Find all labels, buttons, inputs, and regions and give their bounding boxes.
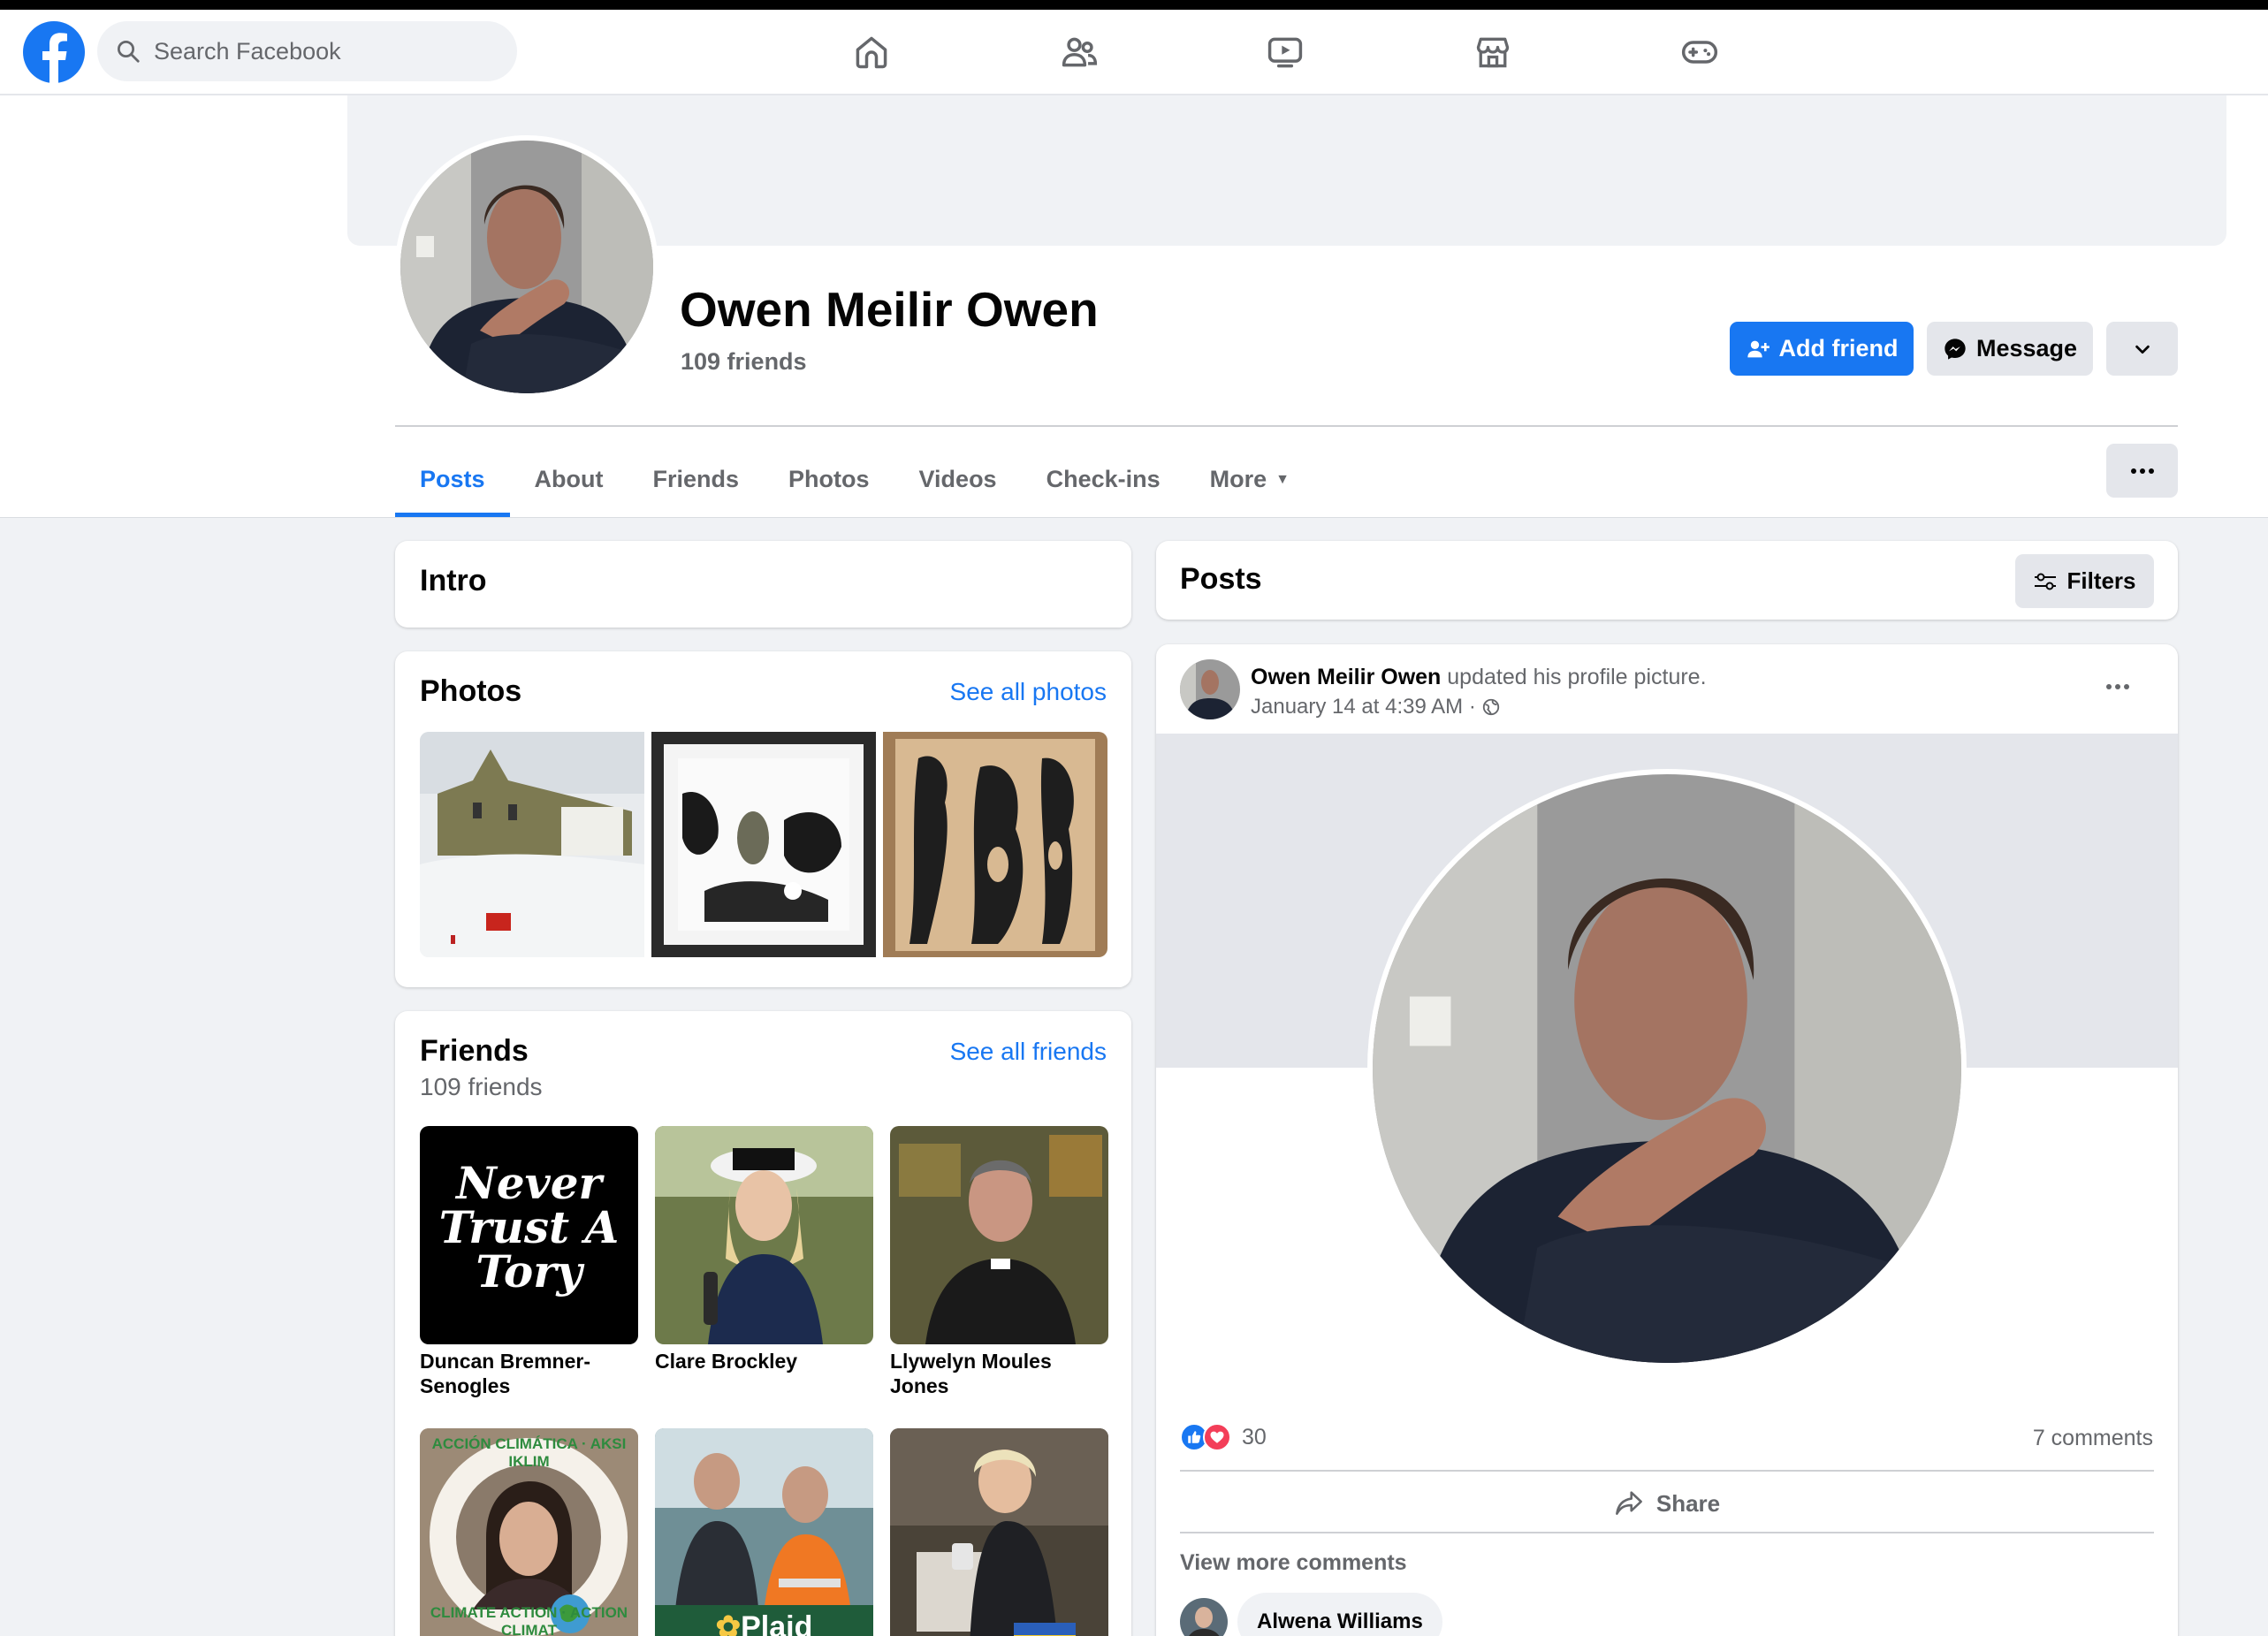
chevron-down-icon [2135,345,2150,354]
love-icon [1203,1423,1231,1451]
tab-videos[interactable]: Videos [894,442,1022,517]
watch-icon[interactable] [1263,30,1307,74]
view-more-comments-link[interactable]: View more comments [1180,1550,1407,1576]
post-divider [1180,1532,2154,1533]
top-navbar [0,10,2268,95]
profile-options-button[interactable] [2106,444,2178,498]
caret-down-icon: ▼ [1275,471,1290,487]
post-profile-picture[interactable] [1367,769,1967,1368]
more-dots-icon [2130,468,2154,474]
search-input[interactable] [154,37,490,65]
messenger-icon [1945,338,1966,360]
message-button[interactable]: Message [1927,322,2093,376]
tab-check-ins[interactable]: Check-ins [1022,442,1185,517]
filters-label: Filters [2066,567,2136,594]
globe-icon [1482,698,1499,716]
friends-card: Friends 109 friends See all friends Neve… [395,1011,1131,1636]
friends-icon[interactable] [1057,30,1101,74]
commenter-name[interactable]: Alwena Williams [1257,1609,1423,1634]
friends-title: Friends [420,1034,529,1068]
search-bar[interactable] [97,21,517,81]
photos-card: Photos See all photos [395,651,1131,987]
filters-button[interactable]: Filters [2015,554,2154,608]
photo-thumbnail[interactable] [651,732,876,957]
friend-photo[interactable] [890,1428,1108,1636]
intro-title: Intro [420,564,487,597]
friend-name[interactable]: Llywelyn Moules Jones [890,1349,1111,1398]
comments-count[interactable]: 7 comments [2033,1426,2153,1451]
friend-photo[interactable]: ✿Plaid [655,1428,873,1636]
post-header-text: Owen Meilir Owen updated his profile pic… [1251,665,1707,690]
photos-title: Photos [420,674,522,708]
tab-friends[interactable]: Friends [628,442,765,517]
post-author-avatar[interactable] [1180,659,1240,719]
friend-photo[interactable] [655,1126,873,1344]
search-icon [118,41,140,63]
see-all-friends-link[interactable]: See all friends [950,1038,1107,1066]
friend-name[interactable]: Duncan Bremner-Senogles [420,1349,641,1398]
header-divider [395,425,2178,427]
post-reactions[interactable]: 30 [1180,1423,1267,1451]
photo-thumbnail[interactable] [420,732,644,957]
tab-photos[interactable]: Photos [764,442,894,517]
share-button[interactable]: Share [1180,1476,2154,1531]
post-options-icon[interactable] [2104,669,2131,697]
marketplace-icon[interactable] [1471,30,1515,74]
add-friend-button[interactable]: Add friend [1730,322,1914,376]
tab-posts[interactable]: Posts [395,442,510,517]
message-label: Message [1975,335,2078,361]
tab-about[interactable]: About [510,442,628,517]
add-friend-icon [1747,340,1769,357]
profile-more-dropdown-button[interactable] [2106,322,2178,376]
friend-photo[interactable]: Never Trust A Tory [420,1126,638,1344]
home-icon[interactable] [849,30,894,74]
daffodil-icon: ✿ [715,1610,742,1636]
profile-avatar[interactable] [395,135,658,399]
post-divider [1180,1470,2154,1472]
profile-tabs: Posts About Friends Photos Videos Check-… [395,442,1314,517]
post-action-text: updated his profile picture. [1447,665,1707,689]
top-strip [0,0,2268,10]
header-bottom-line [0,517,2268,518]
reaction-count: 30 [1242,1424,1267,1450]
photo-thumbnail[interactable] [883,732,1107,957]
post-author-name[interactable]: Owen Meilir Owen [1251,665,1441,689]
add-friend-label: Add friend [1778,335,1899,361]
comment-bubble[interactable]: Alwena Williams [1237,1593,1442,1636]
gaming-icon[interactable] [1678,30,1722,74]
friend-photo-text: Never Trust A Tory [438,1157,620,1297]
facebook-logo-icon[interactable] [23,21,85,83]
friend-photo-banner: ✿Plaid [655,1609,873,1636]
friend-photo-ring-text: CLIMATE ACTION · ACTION CLIMAT [430,1604,628,1636]
see-all-photos-link[interactable]: See all photos [950,678,1107,706]
friend-name[interactable]: Clare Brockley [655,1349,876,1373]
friends-count-label: 109 friends [420,1073,543,1100]
friend-photo[interactable]: ACCIÓN CLIMÁTICA · AKSI IKLIM CLIMATE AC… [420,1428,638,1636]
filters-icon [2035,573,2057,590]
share-icon [1615,1491,1642,1515]
post-timestamp[interactable]: January 14 at 4:39 AM · [1251,695,1501,719]
posts-title: Posts [1180,562,1262,596]
friend-photo[interactable] [890,1126,1108,1344]
profile-name: Owen Meilir Owen [680,282,1099,337]
tab-more[interactable]: More ▼ [1185,442,1314,517]
profile-friends-count[interactable]: 109 friends [681,348,807,376]
friend-photo-ring-text: ACCIÓN CLIMÁTICA · AKSI IKLIM [431,1435,627,1470]
intro-card: Intro [395,541,1131,628]
